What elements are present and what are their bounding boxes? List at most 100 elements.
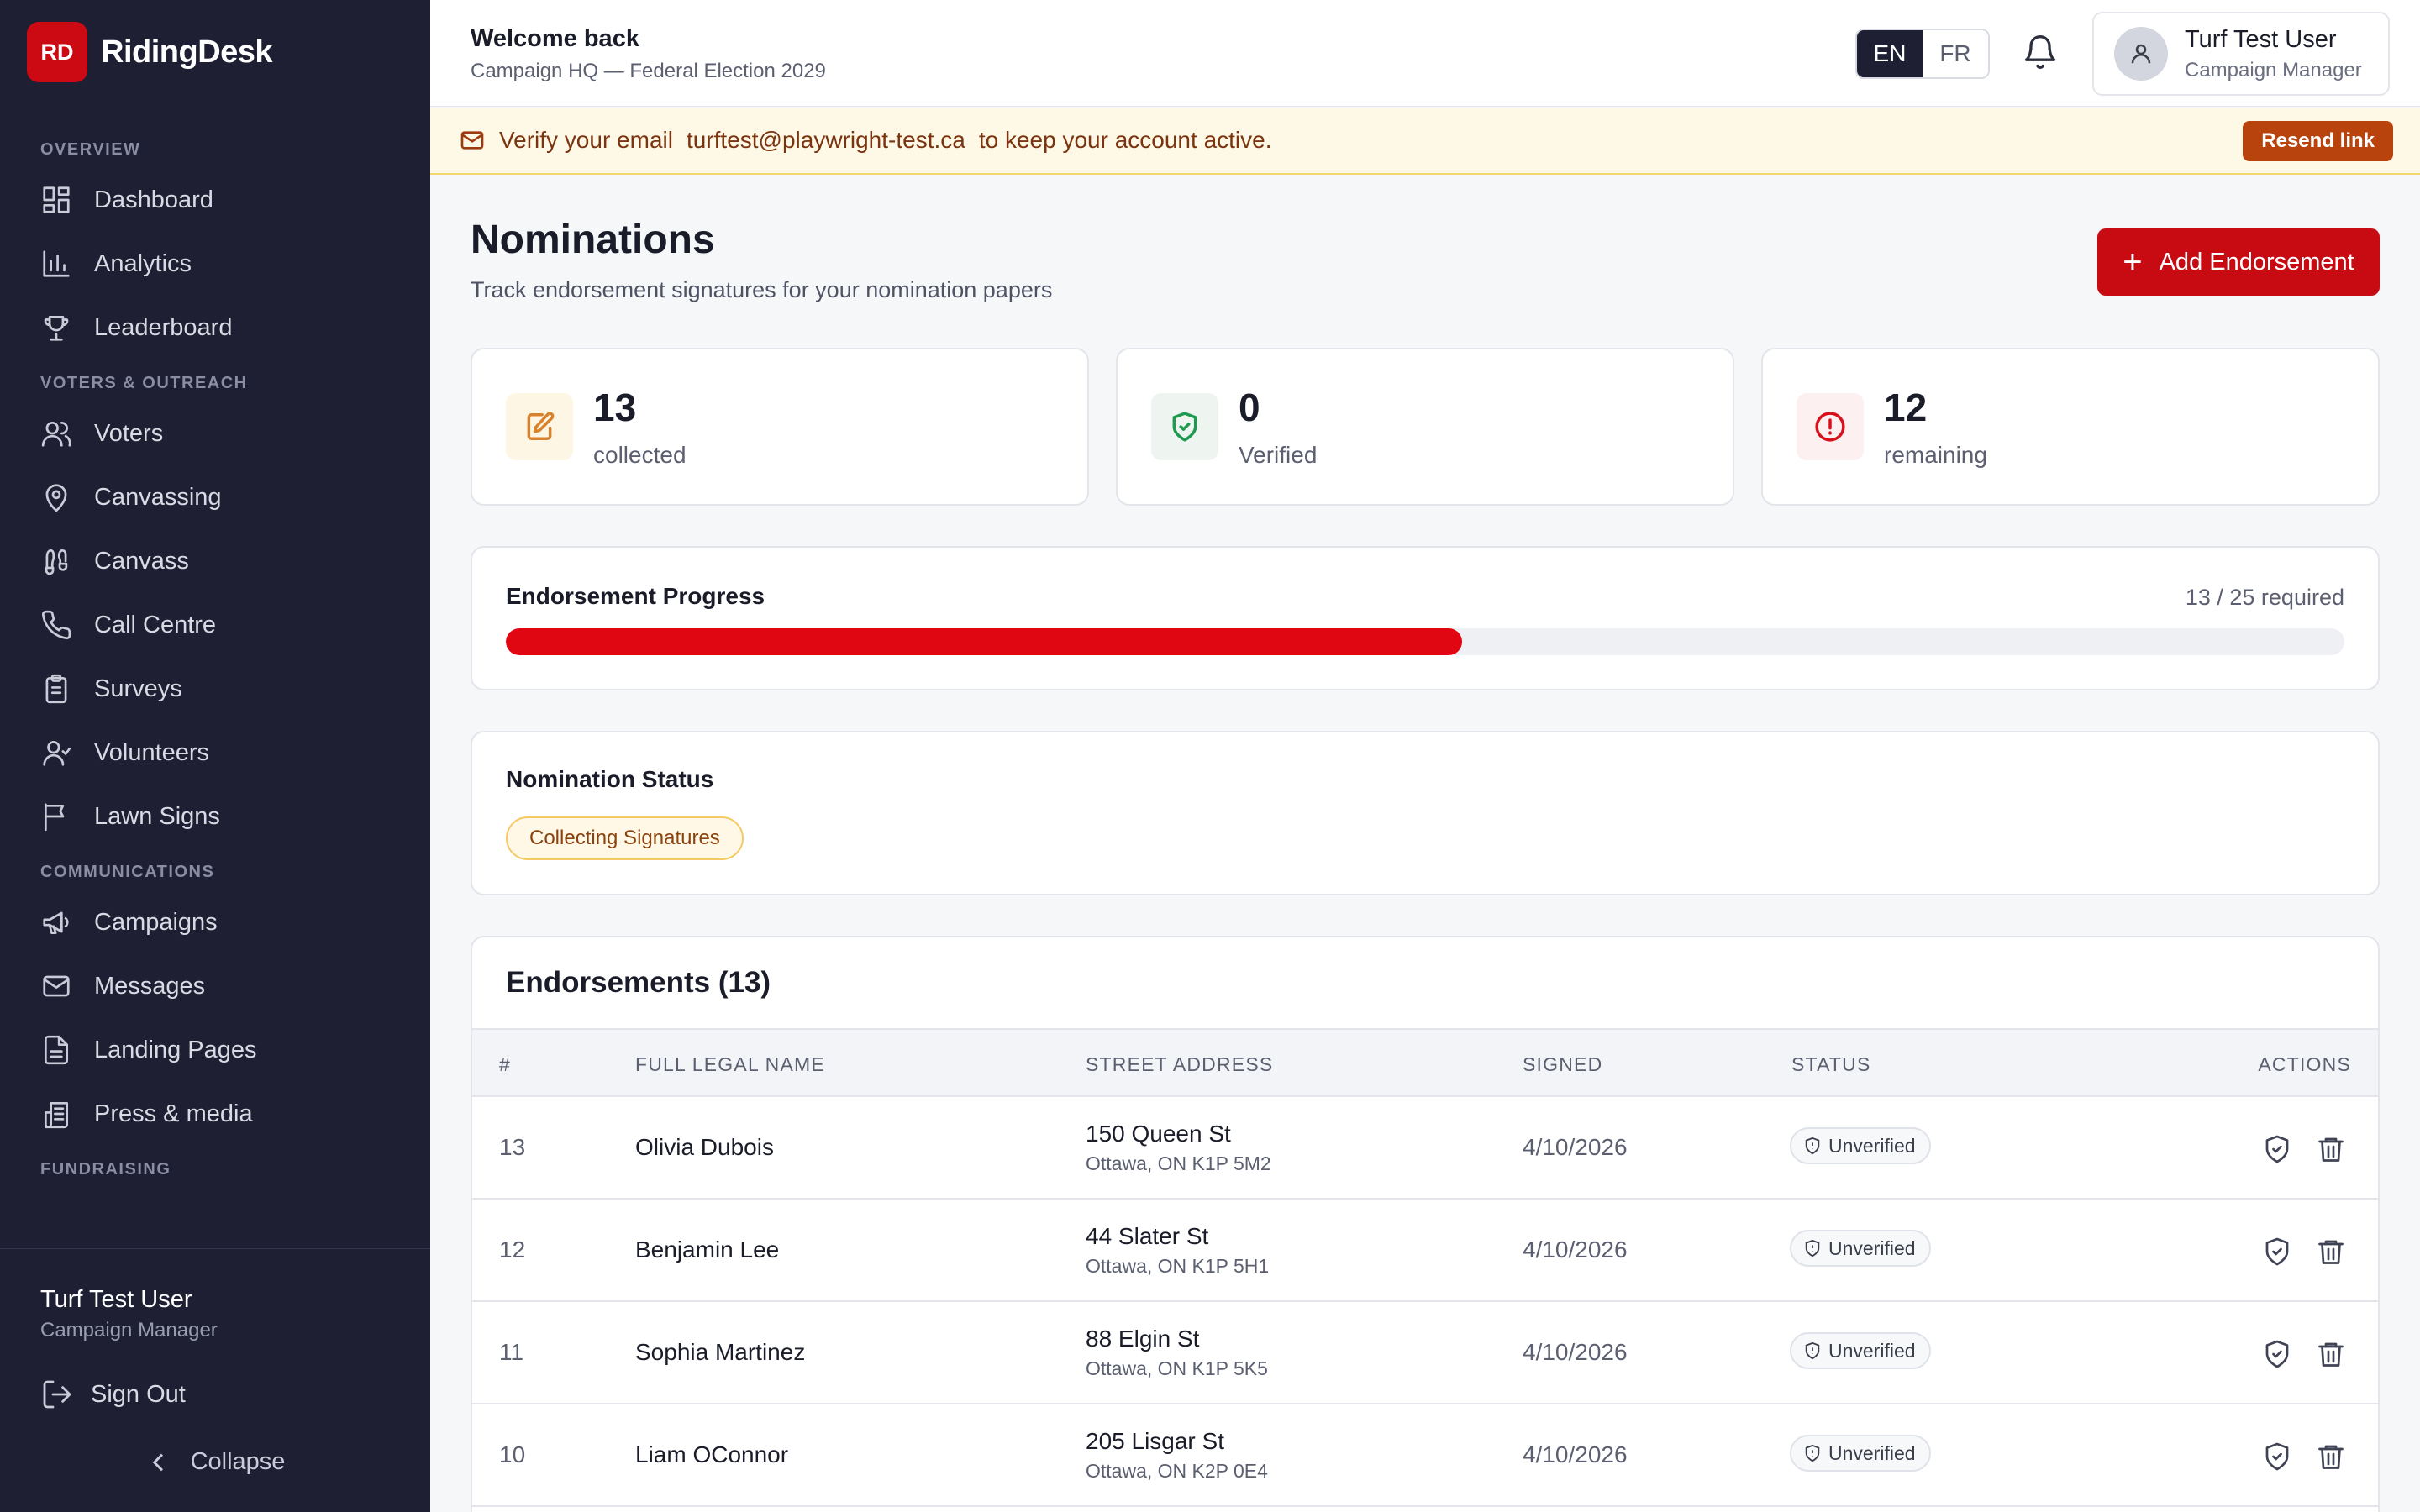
sidebar-user-name: Turf Test User [40,1286,192,1313]
sign-out-button[interactable]: Sign Out [0,1378,430,1411]
progress-bar-fill [506,628,1462,655]
row-street: 205 Lisgar St [1086,1428,1224,1454]
status-badge: Unverified [1790,1332,1931,1369]
nav-section-title: FUNDRAISING [40,1160,171,1179]
sidebar-item-press-media[interactable]: Press & media [0,1082,430,1146]
stat-value-collected: 13 [593,386,637,429]
shield-alert-icon [1805,1341,1820,1360]
sidebar-item-landing-pages[interactable]: Landing Pages [0,1018,430,1082]
row-full-name: Benjamin Lee [635,1236,780,1263]
sign-out-icon [43,1380,71,1409]
status-badge: Unverified [1790,1230,1931,1267]
sidebar-item-surveys[interactable]: Surveys [0,657,430,721]
alert-circle-icon [1815,412,1845,442]
nomination-status-title: Nomination Status [506,766,714,792]
status-label: Unverified [1828,1134,1916,1157]
lang-en-button[interactable]: EN [1857,30,1923,77]
stat-card-collected: 13 collected [471,348,1089,506]
sidebar-item-label: Lawn Signs [94,802,220,830]
sidebar-item-label: Landing Pages [94,1036,257,1063]
sidebar-item-volunteers[interactable]: Volunteers [0,721,430,785]
trash-icon [2318,1137,2344,1162]
table-row: 11 Sophia Martinez 88 Elgin St Ottawa, ON K… [472,1302,2378,1404]
endorsements-title: Endorsements (13) [506,966,771,999]
row-signed-date: 4/10/2026 [1523,1134,1628,1160]
status-badge: Unverified [1790,1435,1931,1472]
sidebar-item-label: Surveys [94,675,182,702]
sidebar-nav: OVERVIEW Dashboard Analytics Leaderboard VOT… [0,126,430,1188]
trash-icon [2318,1342,2344,1367]
row-signed-date: 4/10/2026 [1523,1441,1628,1467]
verify-button[interactable] [2262,1134,2292,1164]
delete-button[interactable] [2316,1441,2346,1472]
sidebar-item-campaigns[interactable]: Campaigns [0,890,430,954]
trophy-icon [44,315,69,341]
sidebar-item-lawn-signs[interactable]: Lawn Signs [0,785,430,848]
verify-button[interactable] [2262,1236,2292,1267]
verify-button[interactable] [2262,1441,2292,1472]
user-icon [2131,44,2151,64]
delete-button[interactable] [2316,1134,2346,1164]
sidebar-item-label: Canvass [94,547,189,575]
delete-button[interactable] [2316,1236,2346,1267]
sidebar-item-label: Analytics [94,249,192,277]
sidebar-item-label: Leaderboard [94,313,233,341]
stat-card-verified: 0 Verified [1116,348,1734,506]
column-header-status: STATUS [1791,1053,1871,1075]
sidebar-item-voters[interactable]: Voters [0,402,430,465]
row-street: 88 Elgin St [1086,1326,1200,1352]
row-city: Ottawa, ON K2P 0E4 [1086,1460,1268,1482]
sidebar-item-canvassing[interactable]: Canvassing [0,465,430,529]
user-menu[interactable]: Turf Test User Campaign Manager [2092,12,2390,96]
verify-button[interactable] [2262,1339,2292,1369]
collapse-button[interactable]: Collapse [0,1448,430,1476]
sidebar-item-label: Canvassing [94,483,222,511]
file-icon [44,1035,69,1065]
notifications-button[interactable] [2022,34,2059,71]
trash-icon [2318,1445,2344,1469]
mail-icon [460,131,484,150]
mail-icon [43,975,70,997]
sidebar-item-canvass[interactable]: Canvass [0,529,430,593]
sidebar-item-call-centre[interactable]: Call Centre [0,593,430,657]
banner-suffix: to keep your account active. [978,127,1272,153]
endorsement-progress-card: Endorsement Progress 13 / 25 required [471,546,2380,690]
trash-icon [2318,1240,2344,1264]
row-number: 13 [499,1134,526,1160]
language-toggle: EN FR [1855,29,1990,79]
nav-section-title: COMMUNICATIONS [40,863,215,881]
sidebar: RD RidingDesk OVERVIEW Dashboard Analytics… [0,0,430,1512]
sidebar-item-analytics[interactable]: Analytics [0,232,430,296]
column-header-signed: SIGNED [1523,1053,1603,1075]
row-number: 10 [499,1441,526,1467]
status-label: Unverified [1828,1339,1916,1362]
row-full-name: Sophia Martinez [635,1339,806,1365]
brand-name: RidingDesk [101,34,273,70]
users-icon [41,421,71,447]
endorsements-table-card: Endorsements (13) # FULL LEGAL NAME STRE… [471,936,2380,1512]
row-number: 11 [499,1339,524,1365]
brand[interactable]: RD RidingDesk [27,22,273,82]
sidebar-item-label: Press & media [94,1100,253,1127]
avatar [2114,27,2168,81]
progress-title: Endorsement Progress [506,583,765,609]
lang-fr-button[interactable]: FR [1923,30,1988,77]
banner-prefix: Verify your email [499,127,673,153]
flag-icon [44,803,65,832]
resend-link-button[interactable]: Resend link [2243,121,2393,161]
sidebar-item-dashboard[interactable]: Dashboard [0,168,430,232]
brand-logo: RD [27,22,87,82]
sidebar-item-leaderboard[interactable]: Leaderboard [0,296,430,360]
sign-out-label: Sign Out [91,1380,186,1408]
banner-email: turftest@playwright-test.ca [686,127,965,153]
table-row: 12 Benjamin Lee 44 Slater St Ottawa, ON K1P… [472,1200,2378,1302]
add-endorsement-button[interactable]: + Add Endorsement [2097,228,2380,296]
stat-label-collected: collected [593,442,687,468]
sidebar-item-messages[interactable]: Messages [0,954,430,1018]
row-city: Ottawa, ON K1P 5M2 [1086,1152,1271,1174]
page-title: Nominations [471,218,715,262]
delete-button[interactable] [2316,1339,2346,1369]
row-full-name: Liam OConnor [635,1441,789,1467]
user-role: Campaign Manager [2185,58,2362,81]
stat-card-remaining: 12 remaining [1761,348,2380,506]
